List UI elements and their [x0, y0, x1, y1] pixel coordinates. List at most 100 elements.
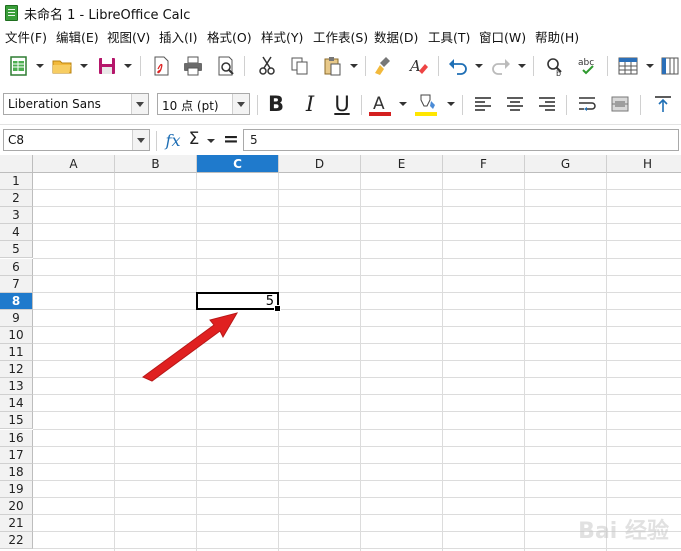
name-box[interactable]: C8 [3, 129, 150, 151]
row-header-1[interactable]: 1 [0, 173, 33, 191]
highlight-color-button[interactable] [413, 91, 439, 117]
calc-app-icon [5, 5, 18, 21]
cut-icon[interactable] [254, 53, 280, 79]
row-header-19[interactable]: 19 [0, 480, 33, 498]
bold-button[interactable]: B [263, 91, 289, 117]
new-document-icon[interactable] [6, 53, 32, 79]
find-replace-icon[interactable]: b [542, 53, 568, 79]
italic-button[interactable]: I [297, 91, 323, 117]
column-header-g[interactable]: G [525, 155, 607, 173]
font-size-box[interactable]: 10 点 (pt) [157, 93, 250, 115]
menu-view[interactable]: 视图(V) [107, 27, 150, 46]
title-bar: 未命名 1 - LibreOffice Calc [0, 0, 681, 24]
row-header-4[interactable]: 4 [0, 224, 33, 242]
row-header-11[interactable]: 11 [0, 344, 33, 362]
row-header-5[interactable]: 5 [0, 241, 33, 259]
column-header-d[interactable]: D [279, 155, 361, 173]
align-right-icon[interactable] [534, 91, 560, 117]
column-header-b[interactable]: B [115, 155, 197, 173]
font-name-dropdown-icon[interactable] [131, 94, 148, 114]
gridline-horizontal [33, 223, 681, 225]
autofill-handle[interactable] [274, 304, 281, 312]
menu-tools[interactable]: 工具(T) [428, 27, 470, 46]
undo-icon[interactable] [445, 53, 471, 79]
row-header-12[interactable]: 12 [0, 361, 33, 379]
menu-window[interactable]: 窗口(W) [479, 27, 526, 46]
select-all-corner[interactable] [0, 155, 33, 173]
wrap-text-icon[interactable] [574, 91, 600, 117]
sum-dropdown-arrow[interactable] [207, 128, 215, 154]
row-header-18[interactable]: 18 [0, 463, 33, 481]
underline-button[interactable]: U [329, 91, 355, 117]
row-header-9[interactable]: 9 [0, 309, 33, 327]
print-icon[interactable] [180, 53, 206, 79]
svg-text:A: A [373, 94, 385, 114]
row-header-20[interactable]: 20 [0, 497, 33, 515]
copy-icon[interactable] [287, 53, 313, 79]
gridline-vertical [524, 173, 525, 551]
paste-icon[interactable] [320, 53, 346, 79]
font-size-dropdown-icon[interactable] [232, 94, 249, 114]
export-pdf-icon[interactable] [148, 53, 174, 79]
row-header-22[interactable]: 22 [0, 532, 33, 550]
row-header-16[interactable]: 16 [0, 429, 33, 447]
row-col-icon[interactable] [615, 53, 641, 79]
column-header-f[interactable]: F [443, 155, 525, 173]
font-color-button[interactable]: A [367, 91, 393, 117]
column-header-a[interactable]: A [33, 155, 115, 173]
save-dropdown-arrow[interactable] [124, 53, 132, 79]
row-header-7[interactable]: 7 [0, 275, 33, 293]
merge-cells-icon[interactable] [607, 91, 633, 117]
redo-icon[interactable] [488, 53, 514, 79]
gridline-horizontal [33, 411, 681, 413]
save-icon[interactable] [94, 53, 120, 79]
spelling-icon[interactable]: abc [575, 53, 601, 79]
row-header-10[interactable]: 10 [0, 326, 33, 344]
align-top-icon[interactable] [650, 91, 676, 117]
row-header-8[interactable]: 8 [0, 292, 33, 310]
menu-styles[interactable]: 样式(Y) [261, 27, 303, 46]
function-wizard-icon[interactable]: fx [162, 128, 184, 152]
column-header-e[interactable]: E [361, 155, 443, 173]
menu-format[interactable]: 格式(O) [207, 27, 252, 46]
menu-data[interactable]: 数据(D) [374, 27, 418, 46]
paste-dropdown-arrow[interactable] [350, 53, 358, 79]
menu-sheet[interactable]: 工作表(S) [313, 27, 368, 46]
name-box-dropdown-icon[interactable] [132, 130, 149, 150]
open-dropdown-arrow[interactable] [80, 53, 88, 79]
row-dropdown-arrow[interactable] [646, 53, 654, 79]
row-header-14[interactable]: 14 [0, 395, 33, 413]
active-cell-cursor[interactable] [196, 291, 281, 312]
new-dropdown-arrow[interactable] [36, 53, 44, 79]
align-left-icon[interactable] [470, 91, 496, 117]
row-header-21[interactable]: 21 [0, 515, 33, 533]
highlight-dropdown-arrow[interactable] [447, 91, 455, 117]
row-header-15[interactable]: 15 [0, 412, 33, 430]
font-name-box[interactable]: Liberation Sans [3, 93, 149, 115]
spreadsheet-grid[interactable]: A B C D E F G H 1 2 3 4 5 6 7 8 9 10 11 12 13 14 15 16 17 18 19 20 2… [0, 155, 681, 551]
row-header-6[interactable]: 6 [0, 258, 33, 276]
print-preview-icon[interactable] [213, 53, 239, 79]
column-header-h[interactable]: H [607, 155, 681, 173]
align-center-icon[interactable] [502, 91, 528, 117]
formula-equals-icon[interactable]: = [222, 127, 240, 151]
clone-formatting-icon[interactable] [372, 53, 398, 79]
open-folder-icon[interactable] [49, 53, 75, 79]
sum-icon[interactable]: Σ [186, 127, 202, 151]
menu-file[interactable]: 文件(F) [5, 27, 47, 46]
row-header-17[interactable]: 17 [0, 446, 33, 464]
gridline-vertical [196, 173, 197, 551]
column-header-c[interactable]: C [197, 155, 279, 173]
row-header-3[interactable]: 3 [0, 207, 33, 225]
menu-help[interactable]: 帮助(H) [535, 27, 579, 46]
formula-input[interactable]: 5 [243, 129, 679, 151]
undo-dropdown-arrow[interactable] [475, 53, 483, 79]
font-color-dropdown-arrow[interactable] [399, 91, 407, 117]
menu-insert[interactable]: 插入(I) [159, 27, 197, 46]
row-header-13[interactable]: 13 [0, 378, 33, 396]
columns-icon[interactable] [657, 53, 681, 79]
redo-dropdown-arrow[interactable] [518, 53, 526, 79]
row-header-2[interactable]: 2 [0, 190, 33, 208]
menu-edit[interactable]: 编辑(E) [56, 27, 99, 46]
clear-formatting-icon[interactable]: A [405, 53, 431, 79]
